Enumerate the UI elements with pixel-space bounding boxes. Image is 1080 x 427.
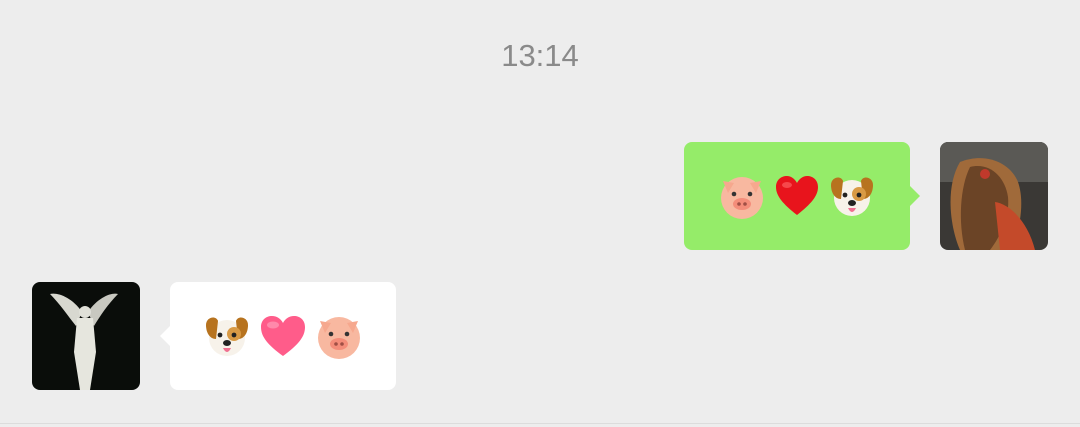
contact-avatar[interactable] bbox=[32, 282, 140, 390]
received-message-bubble[interactable] bbox=[160, 282, 396, 390]
pig-face-icon bbox=[314, 311, 364, 361]
message-content bbox=[717, 171, 877, 221]
dog-face-icon bbox=[827, 171, 877, 221]
avatar-photo bbox=[940, 142, 1048, 250]
message-timestamp: 13:14 bbox=[501, 38, 579, 73]
avatar-photo bbox=[32, 282, 140, 390]
dog-face-icon bbox=[202, 311, 252, 361]
divider bbox=[0, 423, 1080, 424]
sender-avatar[interactable] bbox=[940, 142, 1048, 250]
pig-face-icon bbox=[717, 171, 767, 221]
sent-message-bubble[interactable] bbox=[684, 142, 920, 250]
pink-heart-icon bbox=[258, 312, 308, 360]
message-content bbox=[202, 311, 364, 361]
red-heart-icon bbox=[773, 172, 821, 220]
